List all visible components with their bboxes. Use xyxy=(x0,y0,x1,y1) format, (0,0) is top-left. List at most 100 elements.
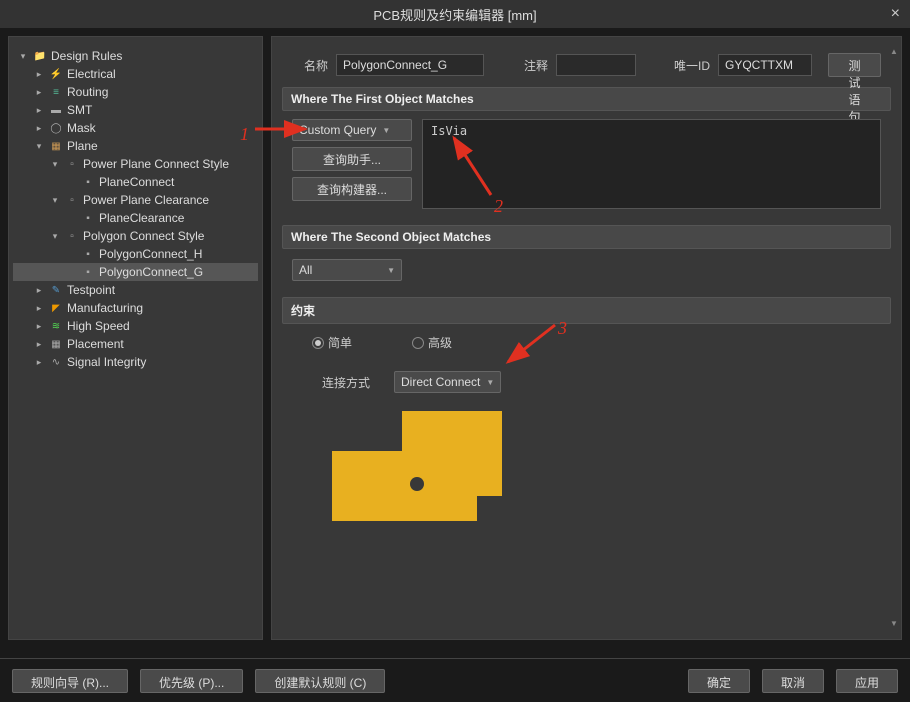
tree-label: Signal Integrity xyxy=(67,355,146,369)
chevron-down-icon: ▾ xyxy=(49,195,61,206)
window-title: PCB规则及约束编辑器 [mm] xyxy=(373,5,536,24)
scroll-up-icon[interactable]: ▲ xyxy=(889,47,899,57)
query-helper-button[interactable]: 查询助手... xyxy=(292,147,412,171)
polygon-part xyxy=(357,496,477,521)
test-query-button[interactable]: 测试语句 xyxy=(828,53,881,77)
tree-item-electrical[interactable]: ▸ ⚡ Electrical xyxy=(13,65,258,83)
tree-label: Electrical xyxy=(67,67,116,81)
create-default-button[interactable]: 创建默认规则 (C) xyxy=(255,669,385,693)
tree-label: PlaneConnect xyxy=(99,175,174,189)
rule-editor-panel: 名称 注释 唯一ID 测试语句 Where The First Object M… xyxy=(271,36,902,640)
electrical-icon: ⚡ xyxy=(49,67,63,81)
chevron-right-icon: ▸ xyxy=(33,357,45,368)
tree-item-routing[interactable]: ▸ ≡ Routing xyxy=(13,83,258,101)
id-input[interactable] xyxy=(718,54,812,76)
tree-item-smt[interactable]: ▸ ▬ SMT xyxy=(13,101,258,119)
highspeed-icon: ≋ xyxy=(49,319,63,333)
connect-style-preview xyxy=(332,411,502,521)
radio-simple[interactable]: 简单 xyxy=(312,334,352,351)
chevron-down-icon: ▾ xyxy=(49,231,61,242)
chevron-right-icon: ▸ xyxy=(33,285,45,296)
via-hole-icon xyxy=(410,477,424,491)
tree-label: Routing xyxy=(67,85,108,99)
tree-item-plane[interactable]: ▾ ▦ Plane xyxy=(13,137,258,155)
radio-label: 简单 xyxy=(328,334,352,351)
connect-style-dropdown[interactable]: Direct Connect ▼ xyxy=(394,371,501,393)
tree-label: Testpoint xyxy=(67,283,115,297)
comment-label: 注释 xyxy=(512,57,548,74)
placement-icon: ▦ xyxy=(49,337,63,351)
rule-icon: ▪ xyxy=(81,175,95,189)
tree-item-manufacturing[interactable]: ▸ ◤ Manufacturing xyxy=(13,299,258,317)
close-icon[interactable]: × xyxy=(891,5,900,23)
chevron-down-icon: ▼ xyxy=(387,266,395,275)
name-input[interactable] xyxy=(336,54,484,76)
radio-advanced[interactable]: 高级 xyxy=(412,334,452,351)
folder-icon: 📁 xyxy=(33,49,47,63)
apply-button[interactable]: 应用 xyxy=(836,669,898,693)
priority-button[interactable]: 优先级 (P)... xyxy=(140,669,243,693)
ok-button[interactable]: 确定 xyxy=(688,669,750,693)
tree-item-planeclearance[interactable]: ▪ PlaneClearance xyxy=(13,209,258,227)
tree-item-planeconnect[interactable]: ▪ PlaneConnect xyxy=(13,173,258,191)
cancel-button[interactable]: 取消 xyxy=(762,669,824,693)
tree-label: Plane xyxy=(67,139,98,153)
tree-label: Power Plane Connect Style xyxy=(83,157,229,171)
rule-icon: ▪ xyxy=(81,247,95,261)
radio-dot-icon xyxy=(312,337,324,349)
chevron-down-icon: ▼ xyxy=(382,126,390,135)
tree-label: PlaneClearance xyxy=(99,211,184,225)
tree-label: Mask xyxy=(67,121,96,135)
chevron-right-icon: ▸ xyxy=(33,123,45,134)
smt-icon: ▬ xyxy=(49,103,63,117)
tree-item-mask[interactable]: ▸ ◯ Mask xyxy=(13,119,258,137)
radio-label: 高级 xyxy=(428,334,452,351)
tree-label: PolygonConnect_H xyxy=(99,247,202,261)
mask-icon: ◯ xyxy=(49,121,63,135)
chevron-down-icon: ▼ xyxy=(486,378,494,387)
scroll-down-icon[interactable]: ▼ xyxy=(889,619,899,629)
rule-category-icon: ▫ xyxy=(65,229,79,243)
tree-item-highspeed[interactable]: ▸ ≋ High Speed xyxy=(13,317,258,335)
tree-label: Power Plane Clearance xyxy=(83,193,209,207)
chevron-right-icon: ▸ xyxy=(33,303,45,314)
chevron-down-icon: ▾ xyxy=(17,51,29,62)
rule-wizard-button[interactable]: 规则向导 (R)... xyxy=(12,669,128,693)
second-match-scope-dropdown[interactable]: All ▼ xyxy=(292,259,402,281)
tree-item-power-plane-clearance[interactable]: ▾ ▫ Power Plane Clearance xyxy=(13,191,258,209)
radio-dot-icon xyxy=(412,337,424,349)
polygon-part xyxy=(402,411,502,451)
tree-label: High Speed xyxy=(67,319,130,333)
tree-item-polygonconnect-g[interactable]: ▪ PolygonConnect_G xyxy=(13,263,258,281)
tree-item-testpoint[interactable]: ▸ ✎ Testpoint xyxy=(13,281,258,299)
tree-label: SMT xyxy=(67,103,92,117)
chevron-down-icon: ▾ xyxy=(49,159,61,170)
tree-item-placement[interactable]: ▸ ▦ Placement xyxy=(13,335,258,353)
first-match-scope-dropdown[interactable]: Custom Query ▼ xyxy=(292,119,412,141)
tree-root-design-rules[interactable]: ▾ 📁 Design Rules xyxy=(13,47,258,65)
manufacturing-icon: ◤ xyxy=(49,301,63,315)
chevron-right-icon: ▸ xyxy=(33,339,45,350)
tree-item-power-plane-connect[interactable]: ▾ ▫ Power Plane Connect Style xyxy=(13,155,258,173)
rule-category-icon: ▫ xyxy=(65,193,79,207)
chevron-right-icon: ▸ xyxy=(33,321,45,332)
name-label: 名称 xyxy=(292,57,328,74)
section-constraints-header: 约束 xyxy=(282,297,891,324)
rules-tree-panel: ▾ 📁 Design Rules ▸ ⚡ Electrical ▸ ≡ Rout… xyxy=(8,36,263,640)
signal-icon: ∿ xyxy=(49,355,63,369)
query-builder-button[interactable]: 查询构建器... xyxy=(292,177,412,201)
first-match-query-input[interactable]: IsVia xyxy=(422,119,881,209)
tree-item-polygon-connect[interactable]: ▾ ▫ Polygon Connect Style xyxy=(13,227,258,245)
chevron-right-icon: ▸ xyxy=(33,87,45,98)
testpoint-icon: ✎ xyxy=(49,283,63,297)
tree-label: PolygonConnect_G xyxy=(99,265,203,279)
tree-item-polygonconnect-h[interactable]: ▪ PolygonConnect_H xyxy=(13,245,258,263)
rule-icon: ▪ xyxy=(81,211,95,225)
tree-item-signalintegrity[interactable]: ▸ ∿ Signal Integrity xyxy=(13,353,258,371)
routing-icon: ≡ xyxy=(49,85,63,99)
chevron-down-icon: ▾ xyxy=(33,141,45,152)
comment-input[interactable] xyxy=(556,54,636,76)
plane-icon: ▦ xyxy=(49,139,63,153)
tree-label: Design Rules xyxy=(51,49,122,63)
vertical-scrollbar[interactable]: ▲ ▼ xyxy=(889,47,899,629)
